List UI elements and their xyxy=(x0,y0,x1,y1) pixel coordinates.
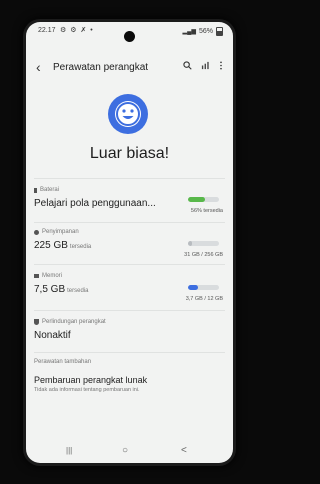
status-headline: Luar biasa! xyxy=(89,145,170,162)
navigation-bar: ||| ○ < xyxy=(26,437,233,463)
toolbar xyxy=(183,61,223,70)
status-time: 22.17 xyxy=(38,27,56,34)
memory-bar-fill xyxy=(188,285,198,290)
additional-section-header: Perawatan tambahan xyxy=(34,359,92,365)
battery-label: Baterai xyxy=(40,187,60,193)
storage-amount: 31 GB / 256 GB xyxy=(184,252,223,258)
battery-icon xyxy=(216,27,223,36)
software-update-item[interactable]: Pembaruan perangkat lunak Tidak ada info… xyxy=(34,375,225,401)
storage-value: 225 GB xyxy=(34,240,68,251)
divider xyxy=(34,352,225,353)
software-update-subtitle: Tidak ada informasi tentang pembaruan in… xyxy=(34,387,140,393)
memory-amount: 3,7 GB / 12 GB xyxy=(185,296,223,302)
divider xyxy=(34,310,225,311)
shield-icon xyxy=(34,319,39,325)
protection-label: Perlindungan perangkat xyxy=(42,319,106,325)
status-right: ▂▄▆ 56% xyxy=(182,27,223,36)
divider xyxy=(34,264,225,265)
storage-bar-fill xyxy=(188,241,192,246)
storage-unit: tersedia xyxy=(69,244,92,250)
storage-bar xyxy=(188,241,219,246)
battery-amount: 56% tersedia xyxy=(190,208,223,214)
storage-card[interactable]: Penyimpanan 225 GB tersedia 31 GB / 256 G… xyxy=(34,229,225,259)
device-screen: 22.17 ⚙ ⚙ ✗ • ▂▄▆ 56% ‹ Perawatan perang… xyxy=(26,22,233,463)
notification-icons: ⚙ ⚙ ✗ • xyxy=(60,27,94,34)
battery-bar xyxy=(188,197,219,202)
memory-card[interactable]: Memori 7,5 GB tersedia 3,7 GB / 12 GB xyxy=(34,273,225,303)
app-bar: ‹ Perawatan perangkat xyxy=(26,58,233,80)
memory-small-icon xyxy=(34,274,39,278)
recent-apps-icon[interactable]: ||| xyxy=(66,446,72,455)
storage-small-icon xyxy=(34,229,39,235)
more-options-icon[interactable] xyxy=(219,61,223,70)
memory-label-row: Memori xyxy=(34,273,225,279)
divider xyxy=(34,178,225,179)
page-title: Perawatan perangkat xyxy=(53,62,149,73)
memory-value: 7,5 GB xyxy=(34,284,66,295)
signal-icon: ▂▄▆ xyxy=(182,29,196,35)
memory-label: Memori xyxy=(42,273,63,279)
camera-cutout xyxy=(124,31,135,42)
search-icon[interactable] xyxy=(183,61,192,70)
divider xyxy=(34,222,225,223)
software-update-title: Pembaruan perangkat lunak xyxy=(34,375,148,385)
device-protection-card[interactable]: Perlindungan perangkat Nonaktif xyxy=(34,319,225,347)
nav-back-icon[interactable]: < xyxy=(181,445,187,456)
battery-bar-fill xyxy=(188,197,206,202)
stats-icon[interactable] xyxy=(201,61,210,70)
protection-value: Nonaktif xyxy=(34,330,71,341)
memory-unit: tersedia xyxy=(67,288,89,294)
additional-care-section: Perawatan tambahan xyxy=(34,359,225,365)
storage-label-row: Penyimpanan xyxy=(34,229,225,235)
smiley-face-icon xyxy=(108,94,148,134)
battery-card[interactable]: Baterai Pelajari pola penggunaan... 56% … xyxy=(34,187,225,217)
home-icon[interactable]: ○ xyxy=(122,445,128,456)
memory-bar xyxy=(188,285,219,290)
storage-label: Penyimpanan xyxy=(42,229,79,235)
battery-label-row: Baterai xyxy=(34,187,225,193)
protection-label-row: Perlindungan perangkat xyxy=(34,319,225,325)
battery-small-icon xyxy=(34,187,37,193)
battery-percent: 56% xyxy=(198,28,213,35)
back-arrow-icon[interactable]: ‹ xyxy=(36,60,41,74)
